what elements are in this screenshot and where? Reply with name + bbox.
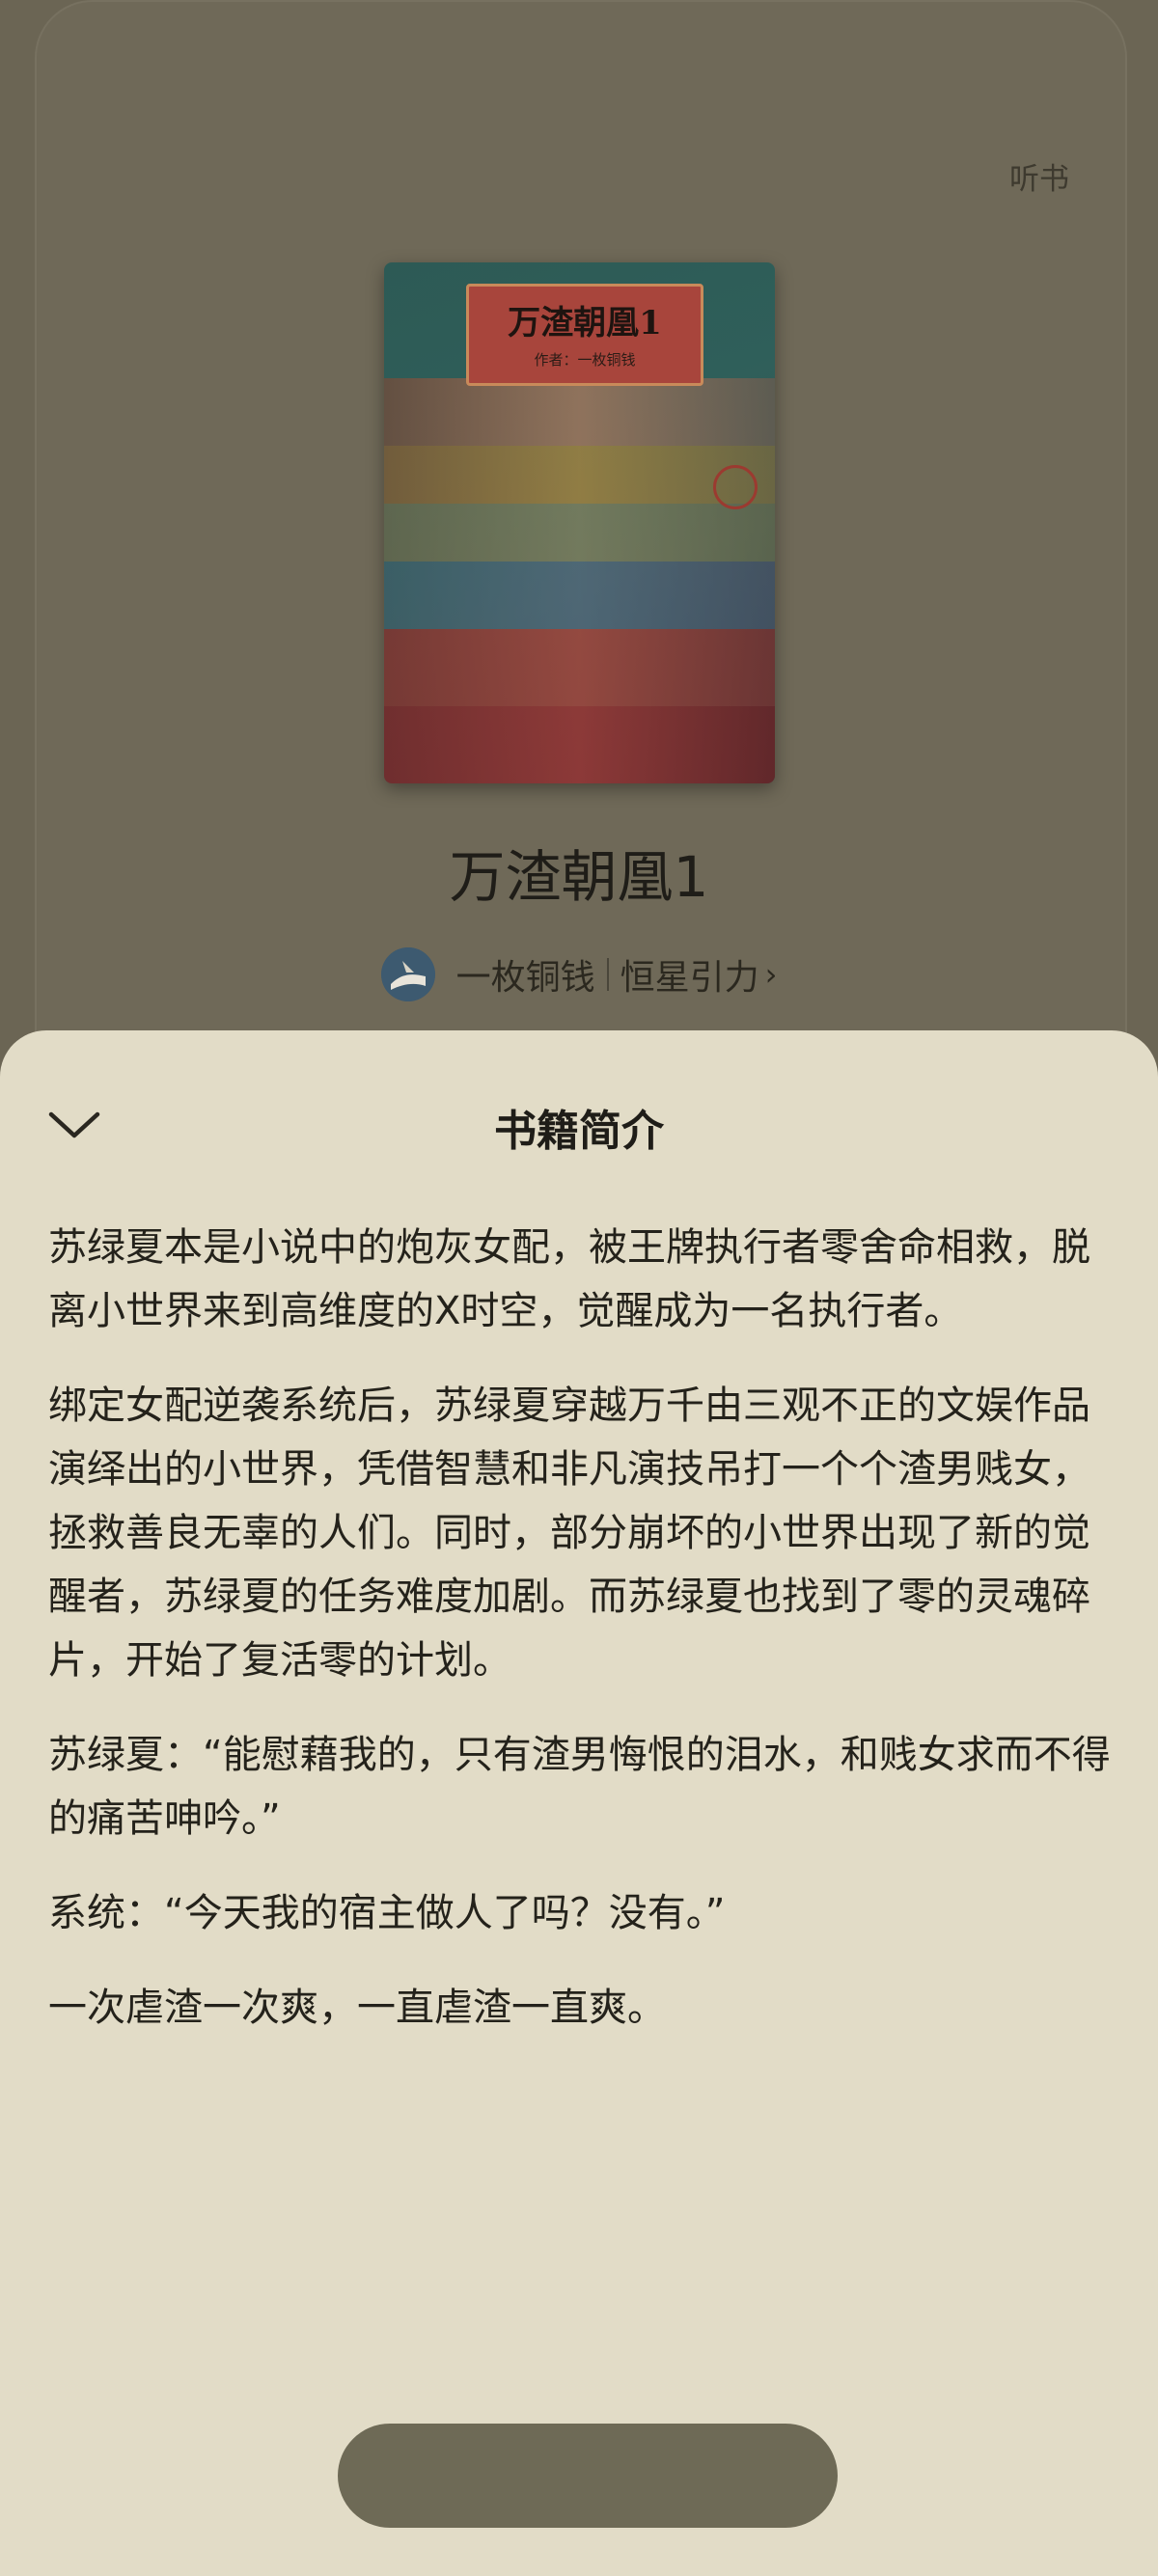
divider xyxy=(606,958,609,991)
book-intro-text: 苏绿夏本是小说中的炮灰女配，被王牌执行者零舍命相救，脱离小世界来到高维度的X时空… xyxy=(48,1216,1119,2070)
intro-paragraph: 绑定女配逆袭系统后，苏绿夏穿越万千由三观不正的文娱作品演绎出的小世界，凭借智慧和… xyxy=(48,1384,1090,1683)
cover-art-band xyxy=(384,562,775,629)
bottom-action-button[interactable] xyxy=(338,2424,838,2528)
cover-art-band xyxy=(384,504,775,562)
cover-art-band xyxy=(384,629,775,706)
author-name[interactable]: 一枚铜钱 xyxy=(456,949,595,1000)
author-row[interactable]: 一枚铜钱 恒星引力 › xyxy=(0,947,1158,1001)
intro-paragraph: 苏绿夏本是小说中的炮灰女配，被王牌执行者零舍命相救，脱离小世界来到高维度的X时空… xyxy=(48,1225,1090,1333)
intro-paragraph: 系统：“今天我的宿主做人了吗？没有。” xyxy=(48,1891,726,1935)
intro-paragraph: 一次虐渣一次爽，一直虐渣一直爽。 xyxy=(48,1986,666,2030)
author-avatar xyxy=(380,947,435,1001)
chevron-right-icon: › xyxy=(764,956,778,993)
intro-paragraph: 苏绿夏：“能慰藉我的，只有渣男悔恨的泪水，和贱女求而不得的痛苦呻吟。” xyxy=(48,1733,1111,1841)
listen-book-button[interactable]: 听书 xyxy=(1009,154,1069,198)
cover-seal-icon xyxy=(713,465,758,509)
author-avatar-icon xyxy=(380,947,435,1001)
cover-art-band xyxy=(384,706,775,783)
publisher-name[interactable]: 恒星引力 xyxy=(620,949,759,1000)
cover-title-text: 万渣朝凰1 xyxy=(508,304,662,343)
book-intro-sheet: 书籍简介 苏绿夏本是小说中的炮灰女配，被王牌执行者零舍命相救，脱离小世界来到高维… xyxy=(0,1030,1158,2576)
cover-subtitle-text: 作者：一枚铜钱 xyxy=(534,351,636,369)
cover-title-plate: 万渣朝凰1 作者：一枚铜钱 xyxy=(466,284,703,386)
sheet-header: 书籍简介 xyxy=(0,1030,1158,1219)
cover-art-band xyxy=(384,378,775,446)
sheet-title: 书籍简介 xyxy=(494,1107,664,1156)
book-title: 万渣朝凰1 xyxy=(449,844,709,910)
book-detail-screen: 听书 万渣朝凰1 作者：一枚铜钱 万渣朝凰1 一枚铜钱 恒星引力 › 书籍简介 … xyxy=(0,0,1158,2576)
book-cover[interactable]: 万渣朝凰1 作者：一枚铜钱 xyxy=(384,262,775,783)
